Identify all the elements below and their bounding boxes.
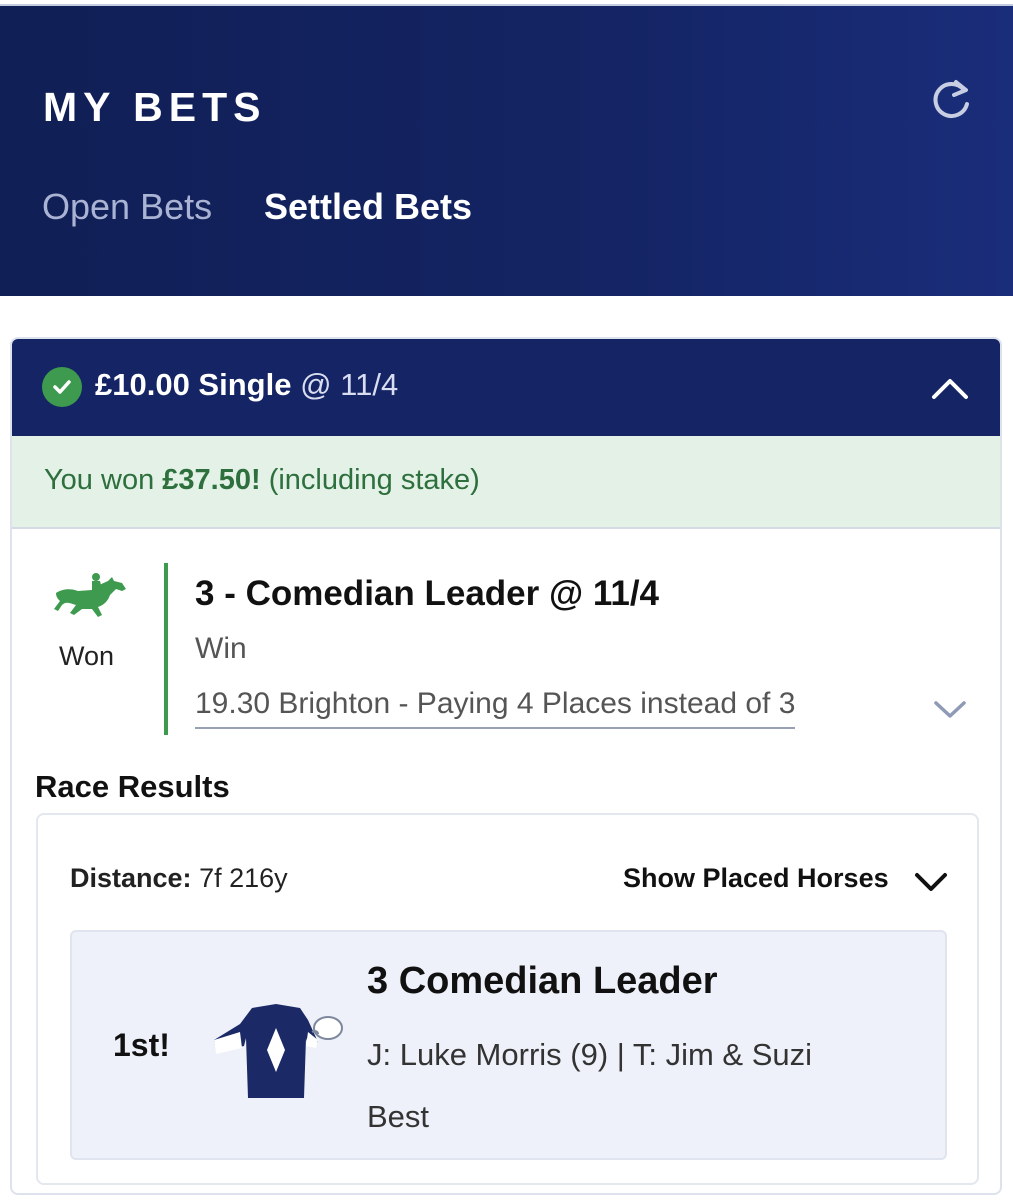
refresh-icon[interactable]: [926, 76, 976, 126]
app-header: MY BETS Open Bets Settled Bets: [0, 4, 1013, 296]
race-results-panel: Distance: 7f 216y Show Placed Horses 1st…: [36, 813, 979, 1185]
chevron-up-icon[interactable]: [930, 373, 970, 403]
page-title: MY BETS: [43, 84, 267, 130]
chevron-down-icon[interactable]: [914, 871, 948, 893]
winnings-text: You won £37.50! (including stake): [44, 464, 480, 497]
won-suffix: (including stake): [268, 464, 480, 496]
tab-open-bets[interactable]: Open Bets: [42, 186, 212, 228]
jockey-trainer: J: Luke Morris (9) | T: Jim & Suzi Best: [367, 1037, 813, 1134]
bet-summary: £10.00 Single @ 11/4: [95, 367, 398, 403]
distance-value: 7f 216y: [199, 863, 288, 893]
bet-card: £10.00 Single @ 11/4 You won £37.50! (in…: [10, 337, 1002, 1195]
tab-settled-bets[interactable]: Settled Bets: [264, 186, 472, 228]
selection-market: Win: [195, 632, 247, 665]
won-amount: £37.50!: [162, 464, 261, 496]
bet-odds: @ 11/4: [300, 367, 399, 402]
chevron-down-icon[interactable]: [932, 697, 968, 721]
won-prefix: You won: [44, 464, 155, 496]
result-bar: [164, 563, 168, 735]
race-results-title: Race Results: [35, 769, 230, 804]
race-distance: Distance: 7f 216y: [70, 863, 288, 894]
show-placed-horses-button[interactable]: Show Placed Horses: [623, 863, 889, 894]
result-label: Won: [59, 641, 115, 671]
distance-label: Distance:: [70, 863, 192, 893]
runner-name: 3 Comedian Leader: [367, 960, 718, 1002]
check-circle-icon: [42, 367, 82, 407]
horse-racing-icon: [54, 573, 126, 617]
selection-name: 3 - Comedian Leader @ 11/4: [195, 574, 660, 613]
finish-position: 1st!: [113, 1027, 170, 1063]
bet-card-header[interactable]: £10.00 Single @ 11/4: [12, 339, 1000, 436]
runner-result-card: 1st! 3 Comedian Leader J: Luke Morris (9…: [70, 930, 947, 1160]
jockey-silks-icon: [214, 1004, 343, 1098]
winnings-banner: You won £37.50! (including stake): [12, 436, 1000, 529]
event-link[interactable]: 19.30 Brighton - Paying 4 Places instead…: [195, 687, 796, 729]
bet-stake-type: £10.00 Single: [95, 367, 292, 402]
